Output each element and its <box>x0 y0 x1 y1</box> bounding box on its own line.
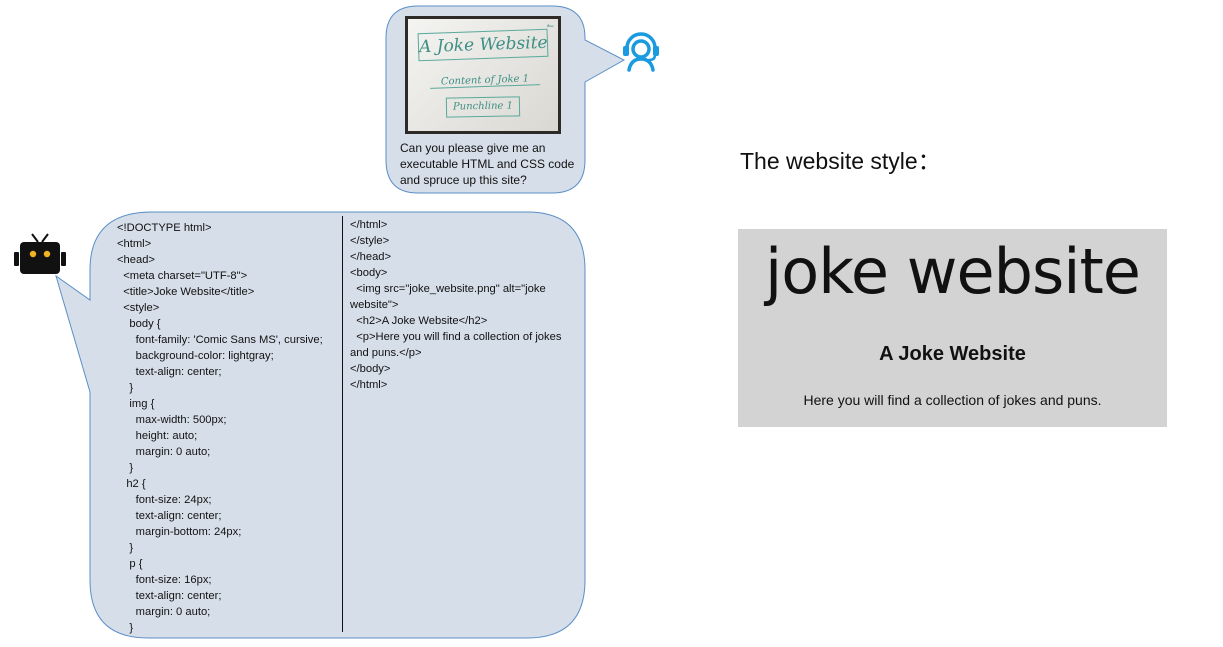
code-line: margin-bottom: 24px; <box>117 526 242 538</box>
code-line: <html> <box>117 238 152 250</box>
code-line: font-size: 16px; <box>117 574 212 586</box>
code-line: </body> <box>350 363 391 375</box>
robot-icon <box>14 233 66 274</box>
code-line: </html> <box>350 219 388 231</box>
whiteboard-title: A Joke Website <box>417 28 549 62</box>
code-line: font-family: 'Comic Sans MS', cursive; <box>117 334 323 346</box>
code-line: } <box>117 542 134 554</box>
code-line: </style> <box>350 235 390 247</box>
code-line: font-size: 24px; <box>117 494 212 506</box>
whiteboard-corner-mark: ↼ <box>546 21 554 31</box>
code-line: </html> <box>350 379 388 391</box>
code-line: <head> <box>117 254 155 266</box>
code-line: } <box>117 382 134 394</box>
code-line: } <box>117 622 134 634</box>
code-line: <img src="joke_website.png" alt="joke we… <box>350 283 549 311</box>
code-line: text-align: center; <box>117 510 222 522</box>
code-line: <title>Joke Website</title> <box>117 286 255 298</box>
code-line: <h2>A Joke Website</h2> <box>350 315 488 327</box>
code-line: </head> <box>350 251 392 263</box>
website-style-heading: The website style： <box>740 148 941 174</box>
whiteboard-photo: A Joke Website Content of Joke 1 Punchli… <box>405 16 561 134</box>
preview-title-image: joke website <box>765 235 1141 308</box>
code-line: height: auto; <box>117 430 198 442</box>
whiteboard-content: Content of Joke 1 <box>429 73 541 89</box>
code-line: background-color: lightgray; <box>117 350 274 362</box>
headset-agent-icon <box>623 32 659 72</box>
preview-paragraph: Here you will find a collection of jokes… <box>803 392 1102 408</box>
code-line: } <box>117 462 134 474</box>
code-line: <body> <box>350 267 388 279</box>
code-line: text-align: center; <box>117 366 222 378</box>
code-line: body { <box>117 318 161 330</box>
code-line: <style> <box>117 302 160 314</box>
code-line: max-width: 500px; <box>117 414 227 426</box>
code-line: <!DOCTYPE html> <box>117 222 212 234</box>
code-line: p { <box>117 558 143 570</box>
code-column-left: <!DOCTYPE html> <html> <head> <meta charse… <box>117 220 342 636</box>
code-line: img { <box>117 398 155 410</box>
code-column-right: </html> </style> </head> <body> <img src="j… <box>350 217 582 393</box>
preview-heading: A Joke Website <box>879 343 1026 365</box>
code-line: text-align: center; <box>117 590 222 602</box>
code-divider <box>342 216 343 632</box>
code-line: <p>Here you will find a collection of jo… <box>350 331 565 359</box>
code-line: margin: 0 auto; <box>117 606 211 618</box>
user-message-line: and spruce up this site? <box>400 173 527 187</box>
user-message-line: Can you please give me an <box>400 141 546 155</box>
code-line: margin: 0 auto; <box>117 446 211 458</box>
code-line: <meta charset="UTF-8"> <box>117 270 248 282</box>
whiteboard-surface: A Joke Website Content of Joke 1 Punchli… <box>408 19 558 131</box>
whiteboard-punchline: Punchline 1 <box>445 96 521 118</box>
user-message-text: Can you please give me an executable HTM… <box>400 140 585 188</box>
website-preview: joke website A Joke Website Here you wil… <box>738 229 1167 427</box>
user-message-line: executable HTML and CSS code <box>400 157 575 171</box>
code-line: h2 { <box>117 478 146 490</box>
